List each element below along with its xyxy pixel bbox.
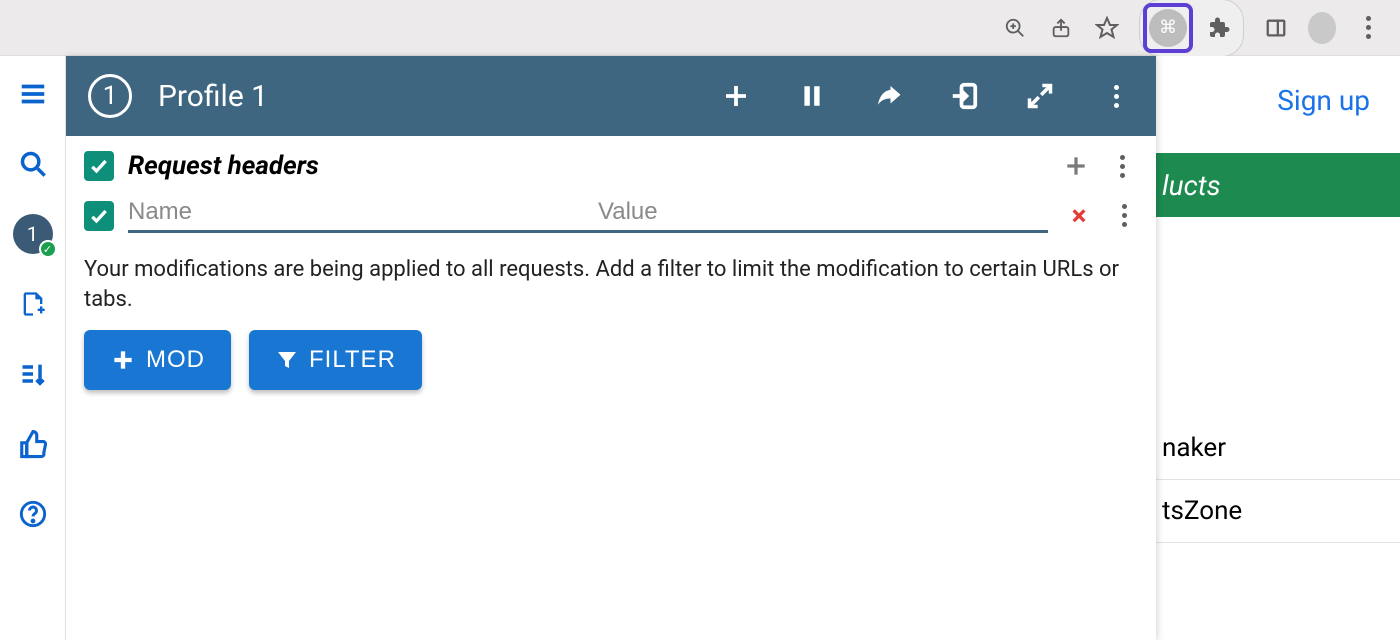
- page-banner: lucts: [1156, 153, 1400, 217]
- section-title: Request headers: [128, 151, 1046, 181]
- hamburger-menu-icon[interactable]: [13, 74, 53, 114]
- pause-icon[interactable]: [794, 78, 830, 114]
- list-item[interactable]: naker: [1156, 417, 1400, 480]
- signup-link[interactable]: Sign up: [1156, 84, 1400, 117]
- header-name-input[interactable]: [128, 198, 558, 226]
- underlying-page: Sign up lucts naker tsZone: [1156, 56, 1400, 640]
- extension-pill: ⌘: [1139, 0, 1244, 57]
- header-row: ×: [66, 188, 1156, 233]
- browser-toolbar: ⌘: [0, 0, 1400, 56]
- section-checkbox[interactable]: [84, 151, 114, 181]
- app-sidebar: 1 ✓: [0, 56, 66, 640]
- side-panel-icon[interactable]: [1262, 14, 1290, 42]
- section-menu-icon[interactable]: [1106, 150, 1138, 182]
- command-icon: ⌘: [1149, 9, 1187, 47]
- add-file-icon[interactable]: [13, 284, 53, 324]
- add-icon[interactable]: [718, 78, 754, 114]
- extension-panel: 1 Profile 1: [66, 56, 1156, 640]
- extensions-puzzle-icon[interactable]: [1205, 14, 1233, 42]
- filter-button-label: FILTER: [309, 346, 396, 374]
- check-icon: ✓: [39, 240, 57, 258]
- panel-header: 1 Profile 1: [66, 56, 1156, 136]
- header-value-input[interactable]: [598, 198, 1048, 226]
- profile-avatar-icon[interactable]: [1308, 14, 1336, 42]
- row-checkbox[interactable]: [84, 201, 114, 231]
- bookmark-star-icon[interactable]: [1093, 14, 1121, 42]
- share-icon[interactable]: [1047, 14, 1075, 42]
- expand-icon[interactable]: [1022, 78, 1058, 114]
- search-icon[interactable]: [13, 144, 53, 184]
- extension-modheader-highlighted[interactable]: ⌘: [1143, 3, 1193, 53]
- sort-icon[interactable]: [13, 354, 53, 394]
- row-menu-icon[interactable]: [1110, 204, 1138, 227]
- filter-button[interactable]: FILTER: [249, 330, 422, 390]
- list-item[interactable]: tsZone: [1156, 480, 1400, 543]
- mod-button[interactable]: MOD: [84, 330, 231, 390]
- delete-row-icon[interactable]: ×: [1062, 199, 1096, 232]
- zoom-icon[interactable]: [1001, 14, 1029, 42]
- info-area: Your modifications are being applied to …: [66, 233, 1156, 390]
- section-add-icon[interactable]: [1060, 150, 1092, 182]
- panel-menu-icon[interactable]: [1098, 78, 1134, 114]
- profile-number-circle: 1: [88, 74, 132, 118]
- sidebar-profile-badge[interactable]: 1 ✓: [13, 214, 53, 254]
- share-arrow-icon[interactable]: [870, 78, 906, 114]
- browser-menu-icon[interactable]: [1354, 14, 1382, 42]
- mod-button-label: MOD: [146, 346, 205, 374]
- thumbs-up-icon[interactable]: [13, 424, 53, 464]
- request-headers-section: Request headers: [66, 136, 1156, 188]
- import-icon[interactable]: [946, 78, 982, 114]
- profile-title[interactable]: Profile 1: [158, 79, 692, 114]
- info-text: Your modifications are being applied to …: [84, 255, 1138, 314]
- help-icon[interactable]: [13, 494, 53, 534]
